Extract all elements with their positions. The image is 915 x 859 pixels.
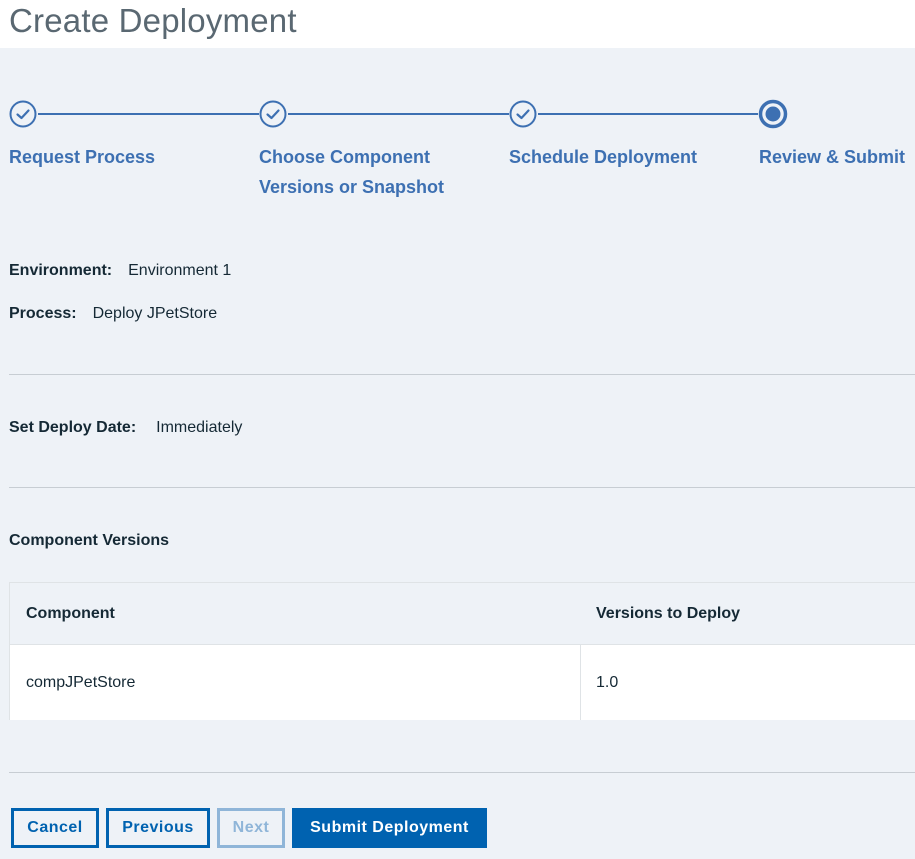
step-connector <box>288 113 509 115</box>
step-label-schedule-deployment: Schedule Deployment <box>509 147 698 167</box>
page-header: Create Deployment <box>0 0 915 48</box>
step-connector <box>38 113 259 115</box>
divider <box>9 374 915 375</box>
process-value: Deploy JPetStore <box>92 305 218 322</box>
cell-component: compJPetStore <box>26 674 136 691</box>
checkmark-circle-icon <box>258 99 288 129</box>
environment-value: Environment 1 <box>128 262 232 279</box>
step-connector <box>538 113 758 115</box>
current-step-icon <box>758 99 788 129</box>
cell-version: 1.0 <box>596 674 619 691</box>
deploy-date-field: Set Deploy Date: Immediately <box>9 419 242 437</box>
divider <box>9 772 915 773</box>
table-row: compJPetStore 1.0 <box>10 645 915 720</box>
page-title: Create Deployment <box>9 2 297 39</box>
submit-deployment-button[interactable]: Submit Deployment <box>292 808 487 848</box>
step-label-review-submit: Review & Submit <box>759 147 906 167</box>
progress-stepper: Request Process Choose Component Version… <box>0 98 915 208</box>
column-header-component: Component <box>26 605 115 622</box>
checkmark-circle-icon <box>8 99 38 129</box>
component-versions-title: Component Versions <box>9 532 170 549</box>
table-header-row: Component Versions to Deploy <box>10 583 915 645</box>
step-label-choose-versions: Choose Component Versions or Snapshot <box>259 147 445 197</box>
next-button[interactable]: Next <box>217 808 285 848</box>
checkmark-circle-icon <box>508 99 538 129</box>
previous-button[interactable]: Previous <box>106 808 210 848</box>
environment-field: Environment: Environment 1 <box>9 262 231 280</box>
component-versions-table: Component Versions to Deploy compJPetSto… <box>9 582 915 720</box>
deploy-date-label: Set Deploy Date: <box>9 419 137 436</box>
environment-label: Environment: <box>9 262 113 279</box>
process-field: Process: Deploy JPetStore <box>9 305 217 323</box>
process-label: Process: <box>9 305 77 322</box>
step-label-request-process: Request Process <box>9 147 156 167</box>
cancel-button[interactable]: Cancel <box>11 808 99 848</box>
divider <box>9 487 915 488</box>
column-header-versions: Versions to Deploy <box>596 605 741 622</box>
column-separator <box>580 645 581 720</box>
deploy-date-value: Immediately <box>156 419 243 436</box>
